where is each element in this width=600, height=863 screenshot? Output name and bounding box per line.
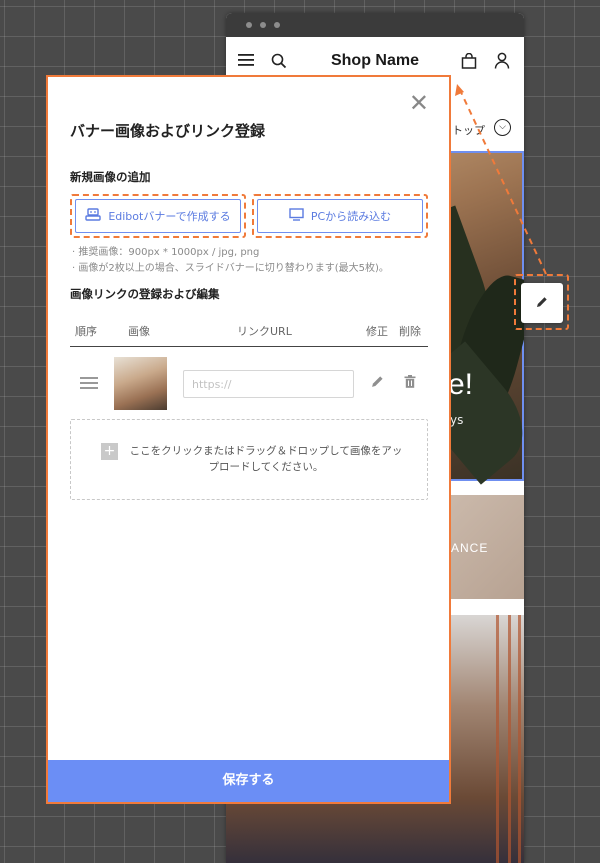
link-section-title: 画像リンクの登録および編集 <box>70 287 220 301</box>
column-edit: 修正 <box>366 325 388 338</box>
column-order: 順序 <box>75 325 97 338</box>
new-image-section-title: 新規画像の追加 <box>70 170 151 184</box>
column-delete: 削除 <box>399 325 421 338</box>
edibot-banner-button[interactable]: Edibotバナーで作成する <box>75 199 241 233</box>
banner-thumbnail <box>114 357 167 410</box>
slide-banner-note: · 画像が2枚以上の場合、スライドバナーに切り替わります(最大5枚)。 <box>72 263 389 274</box>
column-link-url: リンクURL <box>237 325 292 338</box>
dropzone-text: ここをクリックまたはドラッグ＆ドロップして画像をアップロードしてください。 <box>129 445 403 473</box>
column-image: 画像 <box>128 325 150 338</box>
robot-icon <box>85 207 102 225</box>
modal-title: バナー画像およびリンク登録 <box>70 122 266 140</box>
trash-delete-icon[interactable] <box>404 375 416 392</box>
link-url-input[interactable] <box>183 370 354 398</box>
drag-handle-icon[interactable] <box>80 377 98 392</box>
banner-link-modal: ✕ バナー画像およびリンク登録 新規画像の追加 Edibotバナーで作成する P… <box>46 75 451 804</box>
pc-button-label: PCから読み込む <box>310 210 392 223</box>
plus-icon: + <box>101 443 118 460</box>
recommended-size-note: · 推奨画像：900px * 1000px / jpg, png <box>72 247 260 258</box>
close-icon[interactable]: ✕ <box>409 91 429 115</box>
pencil-icon <box>537 297 547 307</box>
edibot-button-label: Edibotバナーで作成する <box>108 210 231 223</box>
pencil-edit-button[interactable] <box>521 283 563 323</box>
table-row <box>70 351 428 419</box>
image-dropzone[interactable]: + ここをクリックまたはドラッグ＆ドロップして画像をアップロードしてください。 <box>70 419 428 500</box>
save-button[interactable]: 保存する <box>48 760 449 802</box>
edibot-button-highlight: Edibotバナーで作成する <box>70 194 246 238</box>
pc-upload-button[interactable]: PCから読み込む <box>257 199 423 233</box>
monitor-icon <box>289 207 304 225</box>
link-table-header: 順序 画像 リンクURL 修正 削除 <box>70 315 428 347</box>
pc-button-highlight: PCから読み込む <box>252 194 428 238</box>
pencil-edit-icon[interactable] <box>371 375 384 392</box>
